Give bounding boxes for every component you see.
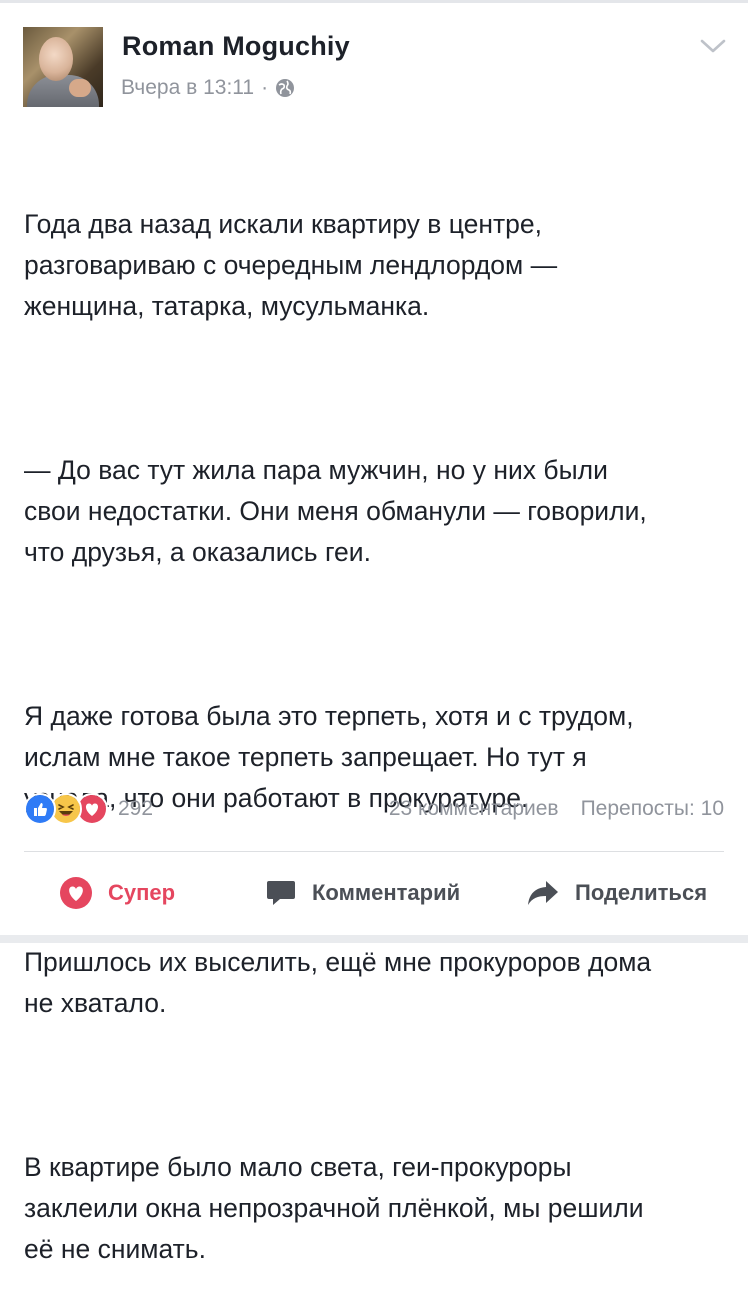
post-body: Года два назад искали квартиру в центре,… <box>24 122 736 1311</box>
paragraph: Года два назад искали квартиру в центре,… <box>24 209 558 321</box>
divider <box>24 851 724 852</box>
author-name[interactable]: Roman Moguchiy <box>122 31 350 62</box>
reactions-count: 292 <box>118 797 154 820</box>
bottom-border <box>0 935 748 943</box>
post-meta: Вчера в 13:11 · <box>121 76 295 100</box>
share-button[interactable]: Поделиться <box>527 858 707 928</box>
meta-separator: · <box>261 76 269 99</box>
comment-button[interactable]: Комментарий <box>266 858 460 928</box>
avatar[interactable] <box>23 27 103 107</box>
comment-label: Комментарий <box>312 880 461 905</box>
share-icon <box>528 881 558 905</box>
shares-count-link[interactable]: Перепосты: 10 <box>581 797 724 821</box>
paragraph: В квартире было мало света, геи-прокурор… <box>24 1152 644 1264</box>
globe-icon <box>276 79 295 97</box>
comment-icon <box>267 881 295 905</box>
paragraph: — До вас тут жила пара мужчин, но у них … <box>24 455 647 567</box>
like-icon <box>24 793 56 825</box>
post-time[interactable]: Вчера в 13:11 <box>121 76 254 100</box>
love-icon <box>60 877 92 909</box>
super-label: Супер <box>108 880 176 905</box>
share-label: Поделиться <box>575 880 708 905</box>
top-border <box>0 0 748 3</box>
chevron-down-icon[interactable] <box>699 36 727 56</box>
action-bar: Супер Комментарий Поделиться <box>0 858 748 928</box>
reactions-summary[interactable]: 292 <box>24 793 153 825</box>
comments-count-link[interactable]: 23 комментариев <box>389 797 559 821</box>
paragraph: Пришлось их выселить, ещё мне прокуроров… <box>24 947 652 1018</box>
post-stats: 23 комментариев Перепосты: 10 <box>389 797 724 821</box>
super-button[interactable]: Супер <box>60 858 175 928</box>
